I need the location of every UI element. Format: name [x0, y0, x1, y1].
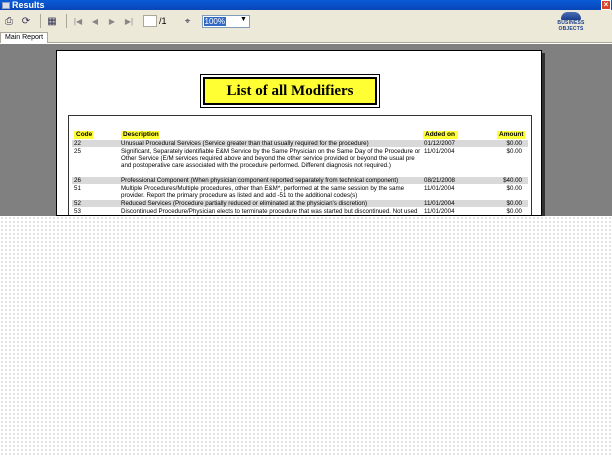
cell-amount: $0.00: [506, 208, 522, 215]
cell-added-on: 11/01/2004: [424, 208, 455, 215]
cell-code: 25: [74, 148, 81, 155]
cell-code: 22: [74, 140, 81, 147]
chevron-down-icon[interactable]: ▼: [239, 16, 249, 27]
first-page-icon[interactable]: |◀: [71, 14, 85, 28]
cell-amount: $0.00: [506, 185, 522, 192]
toolbar-separator: [40, 14, 41, 28]
cell-description: Discontinued Procedure/Physician elects …: [121, 208, 418, 215]
table-row: 52 Reduced Services (Procedure partially…: [72, 200, 528, 207]
zoom-select[interactable]: 100% ▼: [201, 14, 250, 28]
cell-description: Significant, Separately identifiable E&M…: [121, 148, 421, 169]
cell-added-on: 08/21/2008: [424, 177, 455, 184]
logo-mark: [561, 12, 581, 20]
page-total: /1: [159, 16, 167, 26]
window-titlebar: Results ×: [0, 0, 612, 10]
next-page-icon[interactable]: ▶: [105, 14, 119, 28]
cell-added-on: 11/01/2004: [424, 148, 455, 155]
export-icon[interactable]: ⎙: [2, 14, 16, 28]
cell-description: Professional Component (When physician c…: [121, 177, 399, 184]
cell-description: Reduced Services (Procedure partially re…: [121, 200, 368, 207]
refresh-icon[interactable]: ⟳: [19, 14, 33, 28]
toolbar-separator: [66, 14, 67, 28]
tab-strip: Main Report: [0, 32, 612, 43]
table-row: 25 Significant, Separately identifiable …: [72, 148, 528, 176]
last-page-icon[interactable]: ▶|: [122, 14, 136, 28]
toolbar: ⎙ ⟳ ▦ |◀ ◀ ▶ ▶| /1 ⌖ 100% ▼ BUSINESS OBJ…: [0, 10, 612, 32]
previous-page-icon[interactable]: ◀: [88, 14, 102, 28]
cell-description: Unusual Procedural Services (Service gre…: [121, 140, 369, 147]
cell-description: Multiple Procedures/Multiple procedures,…: [121, 185, 405, 199]
close-button[interactable]: ×: [601, 0, 611, 10]
cell-added-on: 11/01/2004: [424, 185, 455, 192]
app-icon: [2, 1, 10, 9]
cell-amount: $0.00: [506, 148, 522, 155]
cell-added-on: 01/12/2007: [424, 140, 455, 147]
table-row: 22 Unusual Procedural Services (Service …: [72, 140, 528, 147]
column-header-added-on: Added on: [423, 131, 458, 139]
cell-code: 52: [74, 200, 81, 207]
search-binoculars-icon[interactable]: ⌖: [181, 14, 195, 28]
business-objects-logo: BUSINESS OBJECTS: [548, 11, 594, 32]
tab-main-report[interactable]: Main Report: [0, 32, 49, 43]
cell-amount: $40.00: [503, 177, 522, 184]
window-title: Results: [12, 0, 45, 10]
column-header-code: Code: [74, 131, 93, 139]
report-title: List of all Modifiers: [201, 75, 379, 107]
cell-amount: $0.00: [506, 140, 522, 147]
report-page: List of all Modifiers Code Description A…: [56, 50, 542, 216]
logo-text: BUSINESS OBJECTS: [557, 20, 585, 32]
cell-code: 51: [74, 185, 81, 192]
dotted-overlay: [0, 216, 612, 457]
group-tree-icon[interactable]: ▦: [45, 14, 59, 28]
page-number-input[interactable]: [143, 15, 157, 27]
report-viewer[interactable]: List of all Modifiers Code Description A…: [0, 44, 612, 216]
table-row: 51 Multiple Procedures/Multiple procedur…: [72, 185, 528, 199]
cell-amount: $0.00: [506, 200, 522, 207]
cell-code: 26: [74, 177, 81, 184]
table-row: 26 Professional Component (When physicia…: [72, 177, 528, 184]
cell-code: 53: [74, 208, 81, 215]
column-header-description: Description: [121, 131, 159, 139]
zoom-value: 100%: [203, 16, 226, 26]
column-header-amount: Amount: [497, 131, 525, 139]
table-row: 53 Discontinued Procedure/Physician elec…: [72, 208, 528, 215]
cell-added-on: 11/01/2004: [424, 200, 455, 207]
